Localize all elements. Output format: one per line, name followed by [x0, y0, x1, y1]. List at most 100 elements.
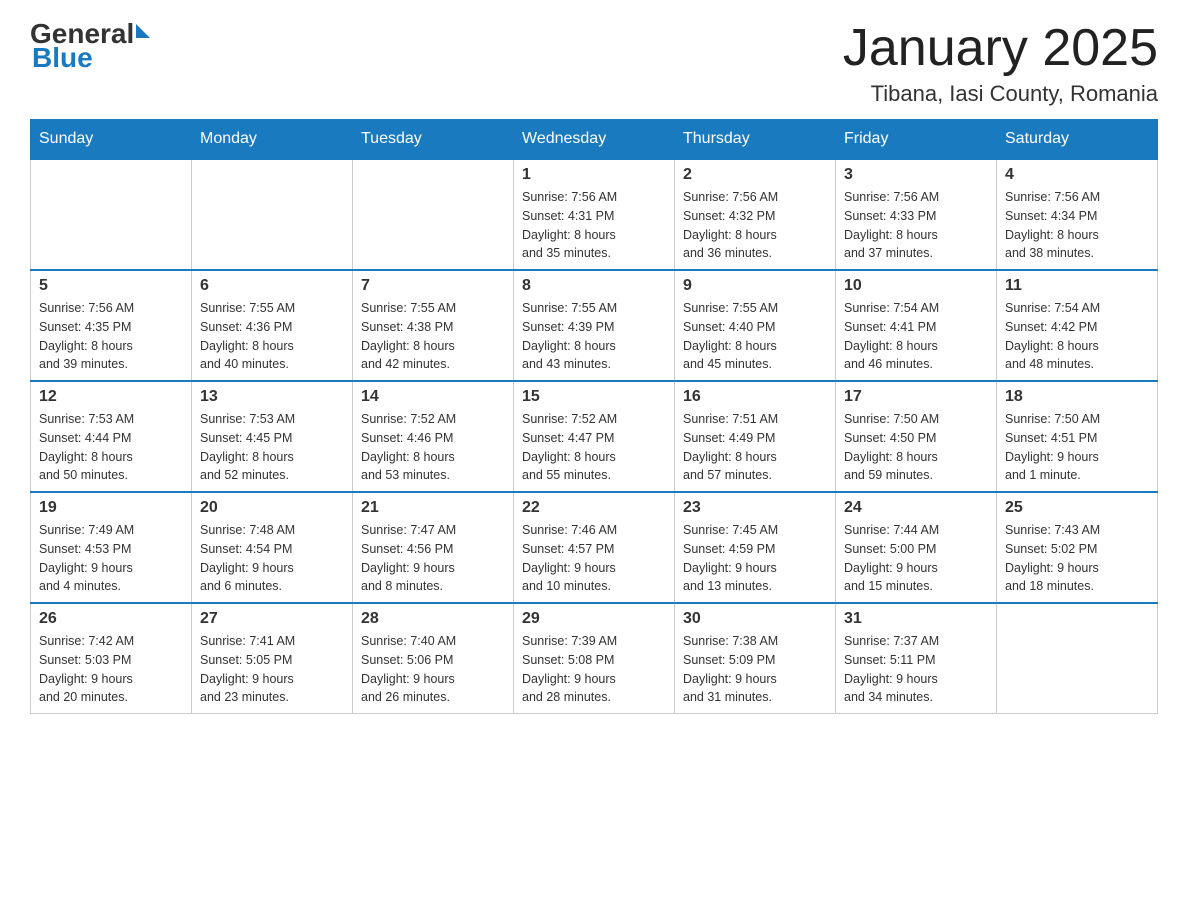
- day-number: 2: [683, 166, 827, 184]
- day-info: Sunrise: 7:50 AMSunset: 4:50 PMDaylight:…: [844, 410, 988, 485]
- day-info: Sunrise: 7:55 AMSunset: 4:39 PMDaylight:…: [522, 299, 666, 374]
- day-number: 25: [1005, 499, 1149, 517]
- month-title: January 2025: [843, 20, 1158, 77]
- day-number: 28: [361, 610, 505, 628]
- calendar-week-5: 26Sunrise: 7:42 AMSunset: 5:03 PMDayligh…: [31, 603, 1158, 714]
- calendar-cell: 25 Sunrise: 7:43 AMSunset: 5:02 PMDayligh…: [997, 492, 1158, 603]
- day-number: 31: [844, 610, 988, 628]
- calendar-header-thursday: Thursday: [675, 120, 836, 160]
- calendar-header-saturday: Saturday: [997, 120, 1158, 160]
- day-number: 15: [522, 388, 666, 406]
- calendar-cell: 30 Sunrise: 7:38 AMSunset: 5:09 PMDayligh…: [675, 603, 836, 714]
- day-info: Sunrise: 7:54 AMSunset: 4:41 PMDaylight:…: [844, 299, 988, 374]
- day-number: 20: [200, 499, 344, 517]
- day-info: Sunrise: 7:43 AMSunset: 5:02 PMDaylight:…: [1005, 521, 1149, 596]
- day-info: Sunrise: 7:55 AMSunset: 4:38 PMDaylight:…: [361, 299, 505, 374]
- calendar-cell: 9Sunrise: 7:55 AMSunset: 4:40 PMDaylight…: [675, 270, 836, 381]
- calendar-cell: 7 Sunrise: 7:55 AMSunset: 4:38 PMDaylight…: [353, 270, 514, 381]
- day-number: 30: [683, 610, 827, 628]
- calendar-cell: 18Sunrise: 7:50 AMSunset: 4:51 PMDayligh…: [997, 381, 1158, 492]
- day-number: 17: [844, 388, 988, 406]
- day-number: 16: [683, 388, 827, 406]
- calendar-table: SundayMondayTuesdayWednesdayThursdayFrid…: [30, 119, 1158, 714]
- calendar-header-tuesday: Tuesday: [353, 120, 514, 160]
- day-info: Sunrise: 7:49 AMSunset: 4:53 PMDaylight:…: [39, 521, 183, 596]
- calendar-week-4: 19 Sunrise: 7:49 AMSunset: 4:53 PMDayligh…: [31, 492, 1158, 603]
- day-info: Sunrise: 7:39 AMSunset: 5:08 PMDaylight:…: [522, 632, 666, 707]
- calendar-cell: 21Sunrise: 7:47 AMSunset: 4:56 PMDayligh…: [353, 492, 514, 603]
- calendar-cell: 23 Sunrise: 7:45 AMSunset: 4:59 PMDayligh…: [675, 492, 836, 603]
- day-number: 29: [522, 610, 666, 628]
- calendar-week-3: 12 Sunrise: 7:53 AMSunset: 4:44 PMDayligh…: [31, 381, 1158, 492]
- day-info: Sunrise: 7:56 AMSunset: 4:32 PMDaylight:…: [683, 188, 827, 263]
- calendar-cell: 5Sunrise: 7:56 AMSunset: 4:35 PMDaylight…: [31, 270, 192, 381]
- calendar-cell: 1Sunrise: 7:56 AMSunset: 4:31 PMDaylight…: [514, 159, 675, 270]
- calendar-week-1: 1Sunrise: 7:56 AMSunset: 4:31 PMDaylight…: [31, 159, 1158, 270]
- day-info: Sunrise: 7:56 AMSunset: 4:31 PMDaylight:…: [522, 188, 666, 263]
- day-info: Sunrise: 7:45 AMSunset: 4:59 PMDaylight:…: [683, 521, 827, 596]
- calendar-cell: 6 Sunrise: 7:55 AMSunset: 4:36 PMDaylight…: [192, 270, 353, 381]
- day-info: Sunrise: 7:37 AMSunset: 5:11 PMDaylight:…: [844, 632, 988, 707]
- day-info: Sunrise: 7:52 AMSunset: 4:47 PMDaylight:…: [522, 410, 666, 485]
- calendar-cell: 15 Sunrise: 7:52 AMSunset: 4:47 PMDayligh…: [514, 381, 675, 492]
- day-info: Sunrise: 7:53 AMSunset: 4:45 PMDaylight:…: [200, 410, 344, 485]
- day-number: 23: [683, 499, 827, 517]
- day-number: 13: [200, 388, 344, 406]
- calendar-cell: 29 Sunrise: 7:39 AMSunset: 5:08 PMDayligh…: [514, 603, 675, 714]
- logo-arrow-icon: [136, 24, 150, 38]
- day-info: Sunrise: 7:52 AMSunset: 4:46 PMDaylight:…: [361, 410, 505, 485]
- day-number: 27: [200, 610, 344, 628]
- calendar-cell: [353, 159, 514, 270]
- day-info: Sunrise: 7:56 AMSunset: 4:34 PMDaylight:…: [1005, 188, 1149, 263]
- day-number: 26: [39, 610, 183, 628]
- day-number: 19: [39, 499, 183, 517]
- title-block: January 2025 Tibana, Iasi County, Romani…: [843, 20, 1158, 107]
- calendar-cell: 28 Sunrise: 7:40 AMSunset: 5:06 PMDayligh…: [353, 603, 514, 714]
- calendar-cell: 14 Sunrise: 7:52 AMSunset: 4:46 PMDayligh…: [353, 381, 514, 492]
- calendar-cell: 2 Sunrise: 7:56 AMSunset: 4:32 PMDaylight…: [675, 159, 836, 270]
- calendar-cell: 22Sunrise: 7:46 AMSunset: 4:57 PMDayligh…: [514, 492, 675, 603]
- calendar-cell: 20 Sunrise: 7:48 AMSunset: 4:54 PMDayligh…: [192, 492, 353, 603]
- calendar-cell: 19 Sunrise: 7:49 AMSunset: 4:53 PMDayligh…: [31, 492, 192, 603]
- day-number: 14: [361, 388, 505, 406]
- calendar-cell: 17 Sunrise: 7:50 AMSunset: 4:50 PMDayligh…: [836, 381, 997, 492]
- calendar-cell: 10 Sunrise: 7:54 AMSunset: 4:41 PMDayligh…: [836, 270, 997, 381]
- day-info: Sunrise: 7:44 AMSunset: 5:00 PMDaylight:…: [844, 521, 988, 596]
- day-info: Sunrise: 7:40 AMSunset: 5:06 PMDaylight:…: [361, 632, 505, 707]
- day-info: Sunrise: 7:55 AMSunset: 4:40 PMDaylight:…: [683, 299, 827, 374]
- calendar-week-2: 5Sunrise: 7:56 AMSunset: 4:35 PMDaylight…: [31, 270, 1158, 381]
- day-number: 11: [1005, 277, 1149, 295]
- day-number: 12: [39, 388, 183, 406]
- calendar-cell: 27Sunrise: 7:41 AMSunset: 5:05 PMDayligh…: [192, 603, 353, 714]
- calendar-cell: 31 Sunrise: 7:37 AMSunset: 5:11 PMDayligh…: [836, 603, 997, 714]
- day-info: Sunrise: 7:56 AMSunset: 4:35 PMDaylight:…: [39, 299, 183, 374]
- calendar-header-sunday: Sunday: [31, 120, 192, 160]
- day-number: 10: [844, 277, 988, 295]
- day-info: Sunrise: 7:56 AMSunset: 4:33 PMDaylight:…: [844, 188, 988, 263]
- day-info: Sunrise: 7:51 AMSunset: 4:49 PMDaylight:…: [683, 410, 827, 485]
- day-info: Sunrise: 7:55 AMSunset: 4:36 PMDaylight:…: [200, 299, 344, 374]
- day-number: 3: [844, 166, 988, 184]
- calendar-cell: 26Sunrise: 7:42 AMSunset: 5:03 PMDayligh…: [31, 603, 192, 714]
- calendar-cell: 13 Sunrise: 7:53 AMSunset: 4:45 PMDayligh…: [192, 381, 353, 492]
- calendar-cell: 11 Sunrise: 7:54 AMSunset: 4:42 PMDayligh…: [997, 270, 1158, 381]
- day-info: Sunrise: 7:47 AMSunset: 4:56 PMDaylight:…: [361, 521, 505, 596]
- calendar-cell: 4Sunrise: 7:56 AMSunset: 4:34 PMDaylight…: [997, 159, 1158, 270]
- calendar-cell: [997, 603, 1158, 714]
- day-info: Sunrise: 7:48 AMSunset: 4:54 PMDaylight:…: [200, 521, 344, 596]
- day-info: Sunrise: 7:38 AMSunset: 5:09 PMDaylight:…: [683, 632, 827, 707]
- calendar-cell: 12 Sunrise: 7:53 AMSunset: 4:44 PMDayligh…: [31, 381, 192, 492]
- day-number: 18: [1005, 388, 1149, 406]
- logo: General Blue: [30, 20, 150, 72]
- day-number: 7: [361, 277, 505, 295]
- calendar-header-monday: Monday: [192, 120, 353, 160]
- calendar-cell: 16 Sunrise: 7:51 AMSunset: 4:49 PMDayligh…: [675, 381, 836, 492]
- day-number: 8: [522, 277, 666, 295]
- calendar-cell: [192, 159, 353, 270]
- calendar-cell: 24Sunrise: 7:44 AMSunset: 5:00 PMDayligh…: [836, 492, 997, 603]
- day-number: 6: [200, 277, 344, 295]
- calendar-cell: [31, 159, 192, 270]
- day-info: Sunrise: 7:54 AMSunset: 4:42 PMDaylight:…: [1005, 299, 1149, 374]
- day-info: Sunrise: 7:46 AMSunset: 4:57 PMDaylight:…: [522, 521, 666, 596]
- day-info: Sunrise: 7:53 AMSunset: 4:44 PMDaylight:…: [39, 410, 183, 485]
